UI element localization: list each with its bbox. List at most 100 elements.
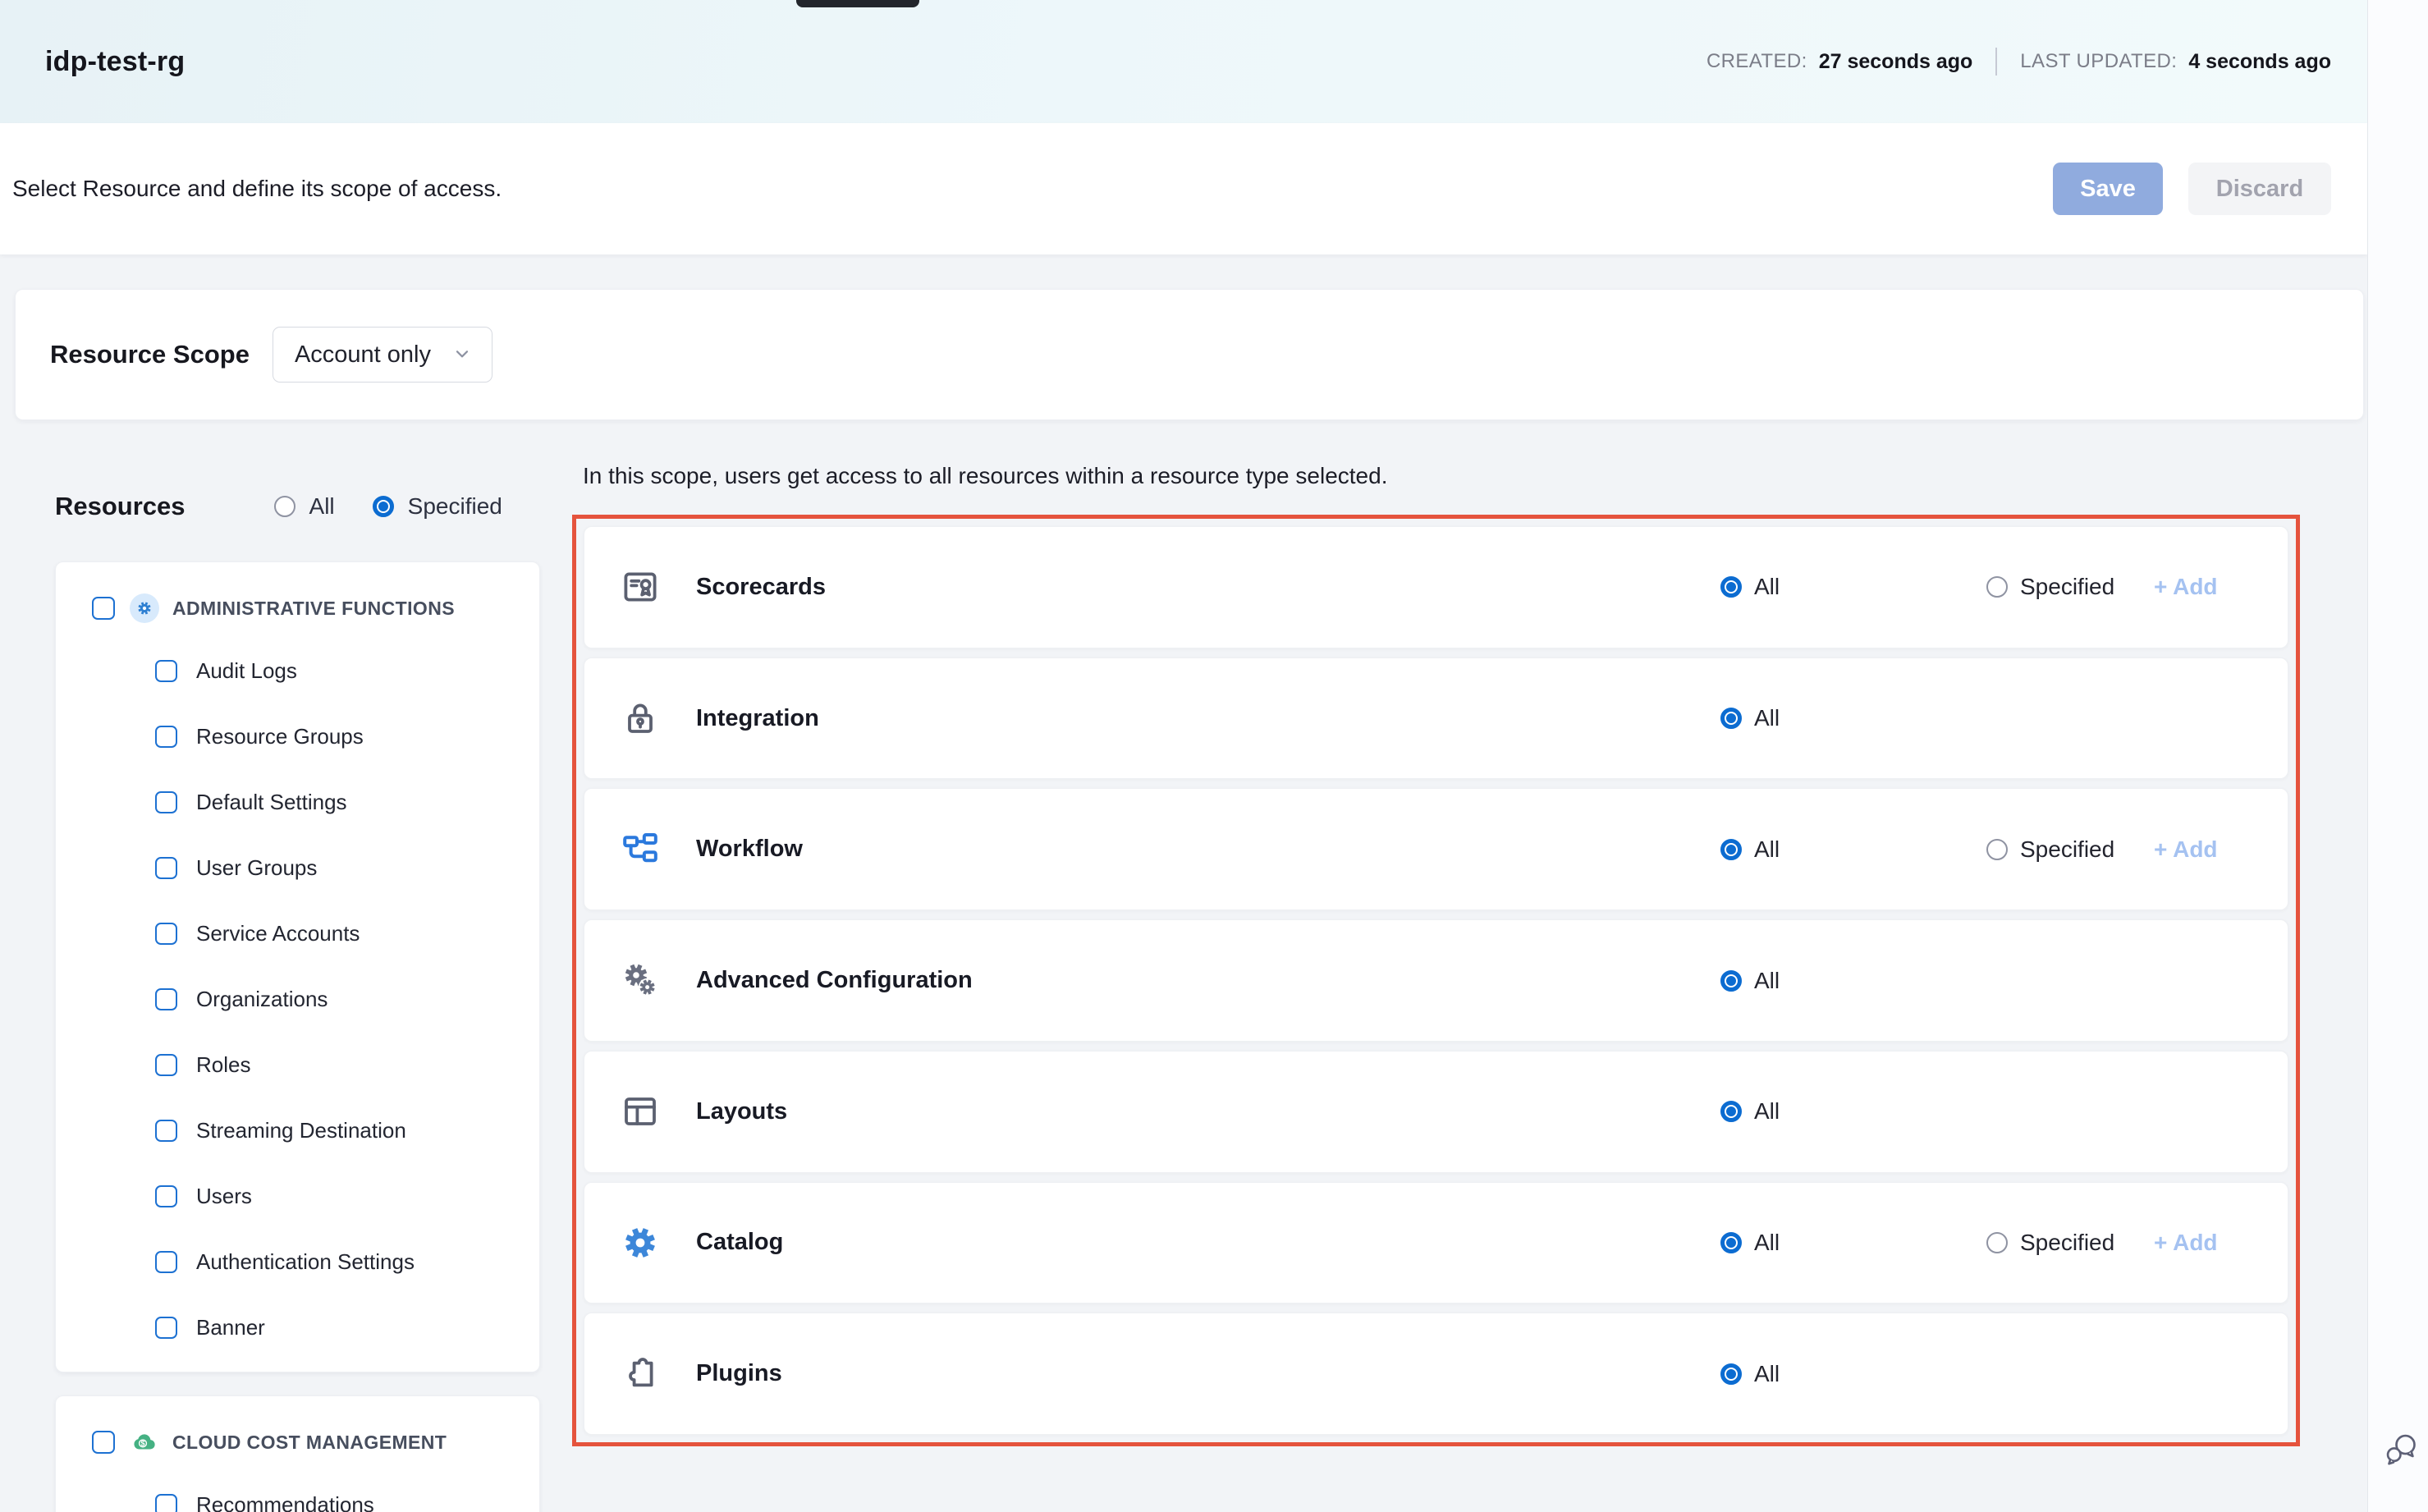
add-button[interactable]: + Add bbox=[2154, 1230, 2218, 1256]
resource-group-header: $ CLOUD COST MANAGEMENT bbox=[56, 1413, 539, 1472]
resource-scope-select[interactable]: Account only bbox=[273, 327, 492, 383]
item-checkbox[interactable] bbox=[155, 923, 177, 945]
item-label: User Groups bbox=[196, 855, 317, 881]
radio-specified-label: Specified bbox=[2020, 836, 2114, 863]
page-header: idp-test-rg CREATED: 27 seconds ago LAST… bbox=[0, 0, 2367, 123]
group-label: CLOUD COST MANAGEMENT bbox=[172, 1432, 447, 1454]
resource-item: Audit Logs bbox=[56, 638, 539, 703]
group-checkbox[interactable] bbox=[92, 597, 115, 620]
radio-all-icon bbox=[1720, 708, 1742, 729]
resource-type-row: Plugins All bbox=[584, 1313, 2288, 1435]
item-checkbox[interactable] bbox=[155, 1120, 177, 1142]
item-label: Roles bbox=[196, 1052, 250, 1078]
right-rail bbox=[2367, 0, 2428, 1512]
radio-all[interactable]: All bbox=[1720, 1230, 1780, 1256]
radio-specified-icon bbox=[373, 496, 394, 517]
resource-item: Banner bbox=[56, 1294, 539, 1360]
item-checkbox[interactable] bbox=[155, 988, 177, 1010]
resource-item: Resource Groups bbox=[56, 703, 539, 769]
radio-all-icon bbox=[1720, 839, 1742, 860]
item-label: Recommendations bbox=[196, 1492, 374, 1512]
radio-all-label: All bbox=[1754, 1098, 1780, 1125]
radio-all-label: All bbox=[1754, 836, 1780, 863]
radio-all[interactable]: All bbox=[1720, 1361, 1780, 1387]
radio-all[interactable]: All bbox=[1720, 968, 1780, 994]
radio-all[interactable]: All bbox=[1720, 1098, 1780, 1125]
resource-item: Default Settings bbox=[56, 769, 539, 835]
item-label: Organizations bbox=[196, 987, 328, 1012]
item-checkbox[interactable] bbox=[155, 660, 177, 682]
discard-button[interactable]: Discard bbox=[2188, 163, 2331, 215]
lock-icon bbox=[621, 699, 660, 738]
scorecard-icon bbox=[621, 567, 660, 607]
cloud-cost-icon: $ bbox=[130, 1427, 159, 1457]
radio-specified-icon bbox=[1986, 1232, 2008, 1253]
meta-divider bbox=[1995, 48, 1997, 76]
item-label: Audit Logs bbox=[196, 658, 297, 684]
radio-specified[interactable]: Specified bbox=[1986, 1230, 2114, 1256]
resource-type-row: Catalog All Specified + Add bbox=[584, 1182, 2288, 1304]
radio-specified-label: Specified bbox=[2020, 1230, 2114, 1256]
page: idp-test-rg CREATED: 27 seconds ago LAST… bbox=[0, 0, 2428, 1512]
item-checkbox[interactable] bbox=[155, 1054, 177, 1076]
resources-title: Resources bbox=[55, 492, 186, 521]
radio-specified[interactable]: Specified bbox=[1986, 574, 2114, 600]
resource-item: Users bbox=[56, 1163, 539, 1229]
item-label: Service Accounts bbox=[196, 921, 360, 946]
resource-item: Organizations bbox=[56, 966, 539, 1032]
item-checkbox[interactable] bbox=[155, 857, 177, 879]
radio-all-label: All bbox=[1754, 1361, 1780, 1387]
workflow-icon bbox=[621, 830, 660, 869]
chevron-down-icon bbox=[452, 344, 472, 366]
add-button[interactable]: + Add bbox=[2154, 574, 2218, 600]
resource-type-row: Workflow All Specified + Add bbox=[584, 788, 2288, 910]
chat-support-icon[interactable] bbox=[2383, 1431, 2419, 1467]
resource-type-label: Integration bbox=[696, 705, 819, 732]
toolbar-actions: Save Discard bbox=[2053, 163, 2331, 215]
resource-type-label: Scorecards bbox=[696, 574, 826, 601]
item-label: Banner bbox=[196, 1315, 265, 1340]
resource-group-header: ADMINISTRATIVE FUNCTIONS bbox=[56, 579, 539, 638]
item-checkbox[interactable] bbox=[155, 1317, 177, 1339]
admin-functions-icon bbox=[130, 593, 159, 623]
item-checkbox[interactable] bbox=[155, 726, 177, 748]
add-button[interactable]: + Add bbox=[2154, 836, 2218, 863]
resources-header: Resources All Specified bbox=[55, 484, 502, 529]
group-checkbox[interactable] bbox=[92, 1431, 115, 1454]
resource-group-card: $ CLOUD COST MANAGEMENT Recommendations bbox=[55, 1395, 540, 1512]
radio-all-label: All bbox=[1754, 574, 1780, 600]
resource-group-card: ADMINISTRATIVE FUNCTIONS Audit Logs Reso… bbox=[55, 561, 540, 1372]
radio-specified-label: Specified bbox=[2020, 574, 2114, 600]
top-notch bbox=[796, 0, 919, 7]
resources-radio-all[interactable]: All bbox=[274, 493, 335, 520]
resources-radio-specified[interactable]: Specified bbox=[373, 493, 502, 520]
item-checkbox[interactable] bbox=[155, 1185, 177, 1207]
scope-description: In this scope, users get access to all r… bbox=[583, 463, 1387, 489]
created-value: 27 seconds ago bbox=[1819, 50, 1973, 74]
updated-value: 4 seconds ago bbox=[2188, 50, 2331, 74]
radio-all[interactable]: All bbox=[1720, 705, 1780, 731]
layout-icon bbox=[621, 1092, 660, 1131]
resource-scope-label: Resource Scope bbox=[50, 340, 250, 369]
radio-all-label: All bbox=[1754, 968, 1780, 994]
item-checkbox[interactable] bbox=[155, 1494, 177, 1512]
radio-specified-icon bbox=[1986, 576, 2008, 598]
resource-type-label: Layouts bbox=[696, 1098, 787, 1125]
item-checkbox[interactable] bbox=[155, 791, 177, 813]
radio-all[interactable]: All bbox=[1720, 574, 1780, 600]
save-button[interactable]: Save bbox=[2053, 163, 2163, 215]
resource-scope-value: Account only bbox=[295, 341, 431, 369]
resource-type-label: Workflow bbox=[696, 836, 803, 863]
radio-all[interactable]: All bbox=[1720, 836, 1780, 863]
item-label: Users bbox=[196, 1184, 252, 1209]
item-checkbox[interactable] bbox=[155, 1251, 177, 1273]
resource-item: Recommendations bbox=[56, 1472, 539, 1512]
radio-all-icon bbox=[1720, 1232, 1742, 1253]
resource-scope-card: Resource Scope Account only bbox=[15, 289, 2364, 420]
item-label: Authentication Settings bbox=[196, 1249, 415, 1275]
radio-specified[interactable]: Specified bbox=[1986, 836, 2114, 863]
item-label: Streaming Destination bbox=[196, 1118, 406, 1143]
radio-all-icon bbox=[1720, 1101, 1742, 1122]
radio-all-label: All bbox=[309, 493, 335, 520]
gears-icon bbox=[621, 961, 660, 1001]
